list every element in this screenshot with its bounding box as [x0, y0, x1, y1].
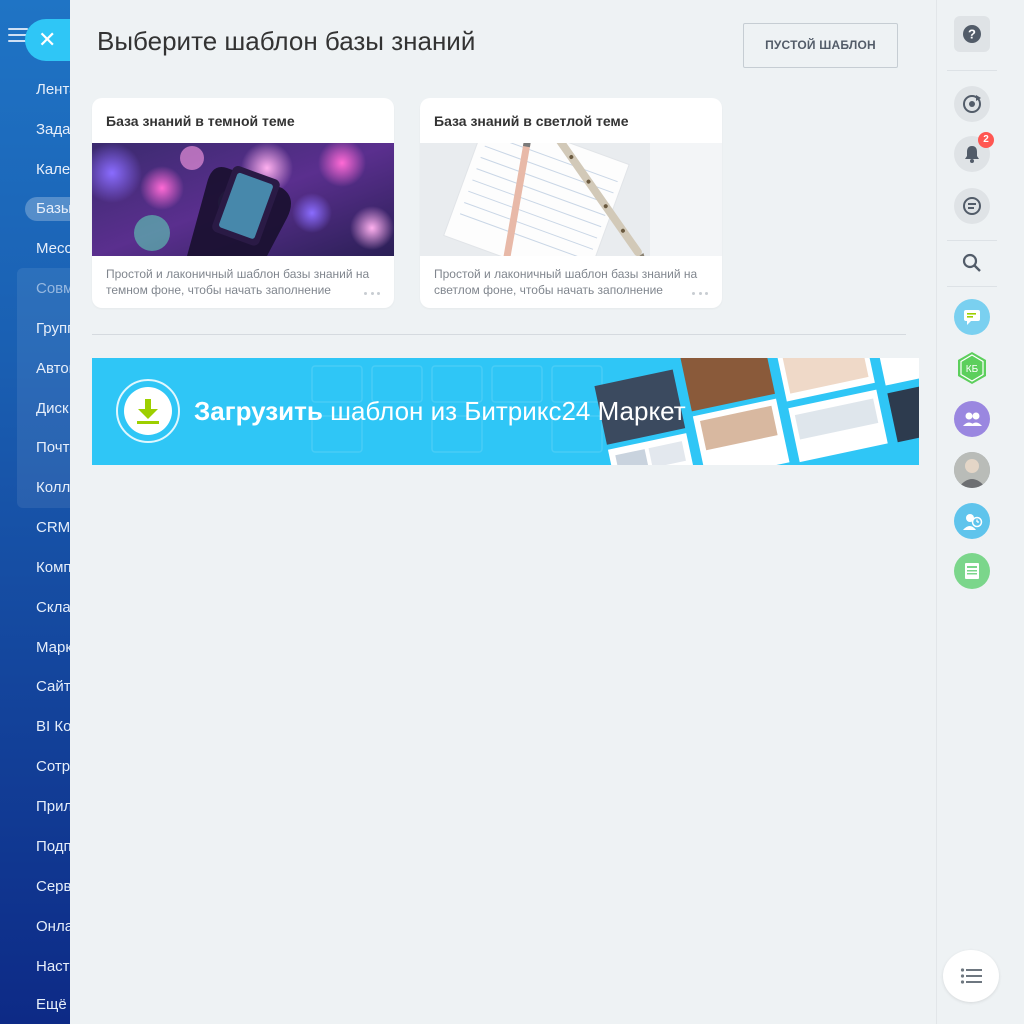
nav-item[interactable]: Мессенджер: [36, 237, 70, 261]
nav-item[interactable]: Компания: [36, 556, 70, 580]
nav-item[interactable]: Склад: [36, 596, 70, 620]
nav-item[interactable]: Онлайн-запись: [36, 915, 70, 939]
banner-text: Загрузить шаблон из Битрикс24 Маркет: [194, 396, 686, 426]
nav-item[interactable]: Коллеги: [36, 476, 70, 500]
nav-item[interactable]: Сотрудники: [36, 755, 70, 779]
page-title: Выберите шаблон базы знаний: [97, 26, 476, 56]
nav-item[interactable]: Диск: [36, 397, 69, 421]
download-icon: [116, 379, 180, 443]
kb-chat-button[interactable]: КБ: [954, 350, 990, 386]
user-clock-icon: [963, 514, 983, 530]
nav-item[interactable]: Задачи: [36, 118, 70, 142]
avatar: [954, 452, 990, 488]
card-more-icon[interactable]: [364, 292, 380, 296]
nav-item[interactable]: CRM: [36, 516, 70, 540]
card-title: База знаний в светлой теме: [434, 113, 629, 129]
nav-item[interactable]: Приложения: [36, 795, 70, 819]
template-slider-panel: Выберите шаблон базы знаний ПУСТОЙ ШАБЛО…: [70, 0, 936, 1024]
card-preview-image-dark: [92, 143, 394, 256]
notifications-badge: 2: [978, 132, 994, 148]
card-title: База знаний в темной теме: [106, 113, 295, 129]
list-icon: [960, 968, 982, 984]
card-more-icon[interactable]: [692, 292, 708, 296]
bell-icon: [965, 146, 979, 163]
card-description: Простой и лаконичный шаблон базы знаний …: [434, 267, 698, 297]
nav-item[interactable]: Подписка: [36, 835, 70, 859]
nav-item[interactable]: Сервисы: [36, 875, 70, 899]
nav-item[interactable]: Лента: [36, 78, 70, 102]
nav-item[interactable]: Группы: [36, 317, 70, 341]
svg-text:КБ: КБ: [966, 364, 979, 375]
search-button[interactable]: [954, 245, 990, 281]
nav-item[interactable]: Почта: [36, 436, 70, 460]
timeman-button[interactable]: [954, 86, 990, 122]
nav-item[interactable]: Календарь: [36, 158, 70, 182]
help-icon: ?: [963, 25, 981, 43]
user-avatar-button[interactable]: [954, 452, 990, 488]
notifications-button[interactable]: 2: [954, 132, 994, 172]
newspaper-icon: [965, 563, 979, 579]
svg-text:?: ?: [968, 27, 976, 42]
card-description: Простой и лаконичный шаблон базы знаний …: [106, 267, 370, 297]
group-chat-button[interactable]: [954, 401, 990, 437]
chat-search-button[interactable]: [954, 188, 990, 224]
help-button[interactable]: ?: [954, 16, 990, 52]
market-download-banner[interactable]: Загрузить шаблон из Битрикс24 Маркет: [92, 358, 919, 465]
nav-item[interactable]: Сайты: [36, 675, 70, 699]
search-icon: [962, 253, 981, 272]
chat-list-button[interactable]: [943, 950, 999, 1002]
nav-item[interactable]: Базы знаний: [25, 197, 70, 221]
general-chat-button[interactable]: [954, 299, 990, 335]
left-navigation: Лента Задачи Календарь Базы знаний Мессендже…: [0, 0, 70, 1024]
right-rail: ? 2 КБ: [936, 0, 1024, 1024]
template-card-dark[interactable]: База знаний в темной теме Простой и лако…: [92, 98, 394, 308]
chat-bubble-icon: [964, 310, 980, 325]
nav-item[interactable]: Настройки: [36, 955, 70, 979]
nav-group-collaboration: [17, 268, 70, 508]
template-card-light[interactable]: База знаний в светлой теме Простой и лак…: [420, 98, 722, 308]
nav-item[interactable]: Автоматизация: [36, 357, 70, 381]
chat-icon: [963, 197, 981, 215]
kb-hexagon-icon: КБ: [958, 352, 986, 384]
user-schedule-button[interactable]: [954, 503, 990, 539]
close-icon: ✕: [38, 27, 57, 52]
nav-item[interactable]: Ещё: [36, 993, 67, 1017]
card-preview-image-light: [420, 143, 722, 256]
nav-item[interactable]: BI Конструктор: [36, 715, 70, 739]
close-slider-button[interactable]: ✕: [25, 19, 70, 61]
nav-item[interactable]: Маркетинг: [36, 636, 70, 660]
empty-template-button[interactable]: ПУСТОЙ ШАБЛОН: [743, 23, 898, 68]
nav-item[interactable]: Совместная работа: [36, 277, 70, 301]
refresh-icon: [963, 95, 981, 113]
section-divider: [92, 334, 906, 335]
group-icon: [963, 412, 982, 426]
news-chat-button[interactable]: [954, 553, 990, 589]
